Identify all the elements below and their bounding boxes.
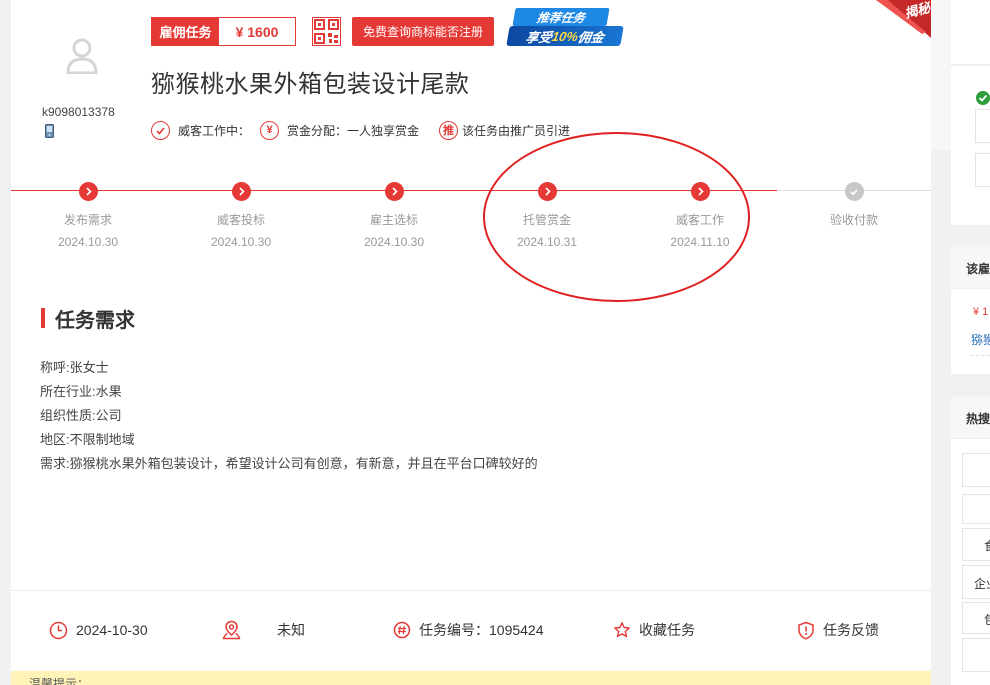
step-label: 验收付款: [829, 213, 878, 227]
feedback-text[interactable]: 任务反馈: [823, 620, 879, 640]
task-title: 猕猴桃水果外箱包装设计尾款: [151, 71, 470, 98]
task-location: 未知: [221, 620, 305, 640]
hot-tag-text[interactable]: 企业: [974, 575, 990, 592]
requirement-line: 地区:不限制地域: [40, 432, 135, 447]
publish-date-text: 2024-10-30: [76, 622, 148, 638]
gutter-top: [931, 0, 951, 150]
employment-task-badge: 雇佣任务 ¥ 1600: [151, 17, 296, 46]
sidebar-heading: 该雇: [966, 262, 990, 276]
location-pin-icon: [222, 620, 241, 640]
requirement-line: 称呼:张女士: [40, 360, 109, 375]
promo-highlight: 10%: [550, 28, 580, 44]
referral-icon: 推: [439, 120, 458, 140]
right-sidebar: 该雇 ¥ 1 猕猴 热搜 食 企业 包: [951, 0, 990, 685]
sidebar-block-hot: 热搜 食 企业 包: [951, 397, 990, 685]
sidebar-block-top: [951, 0, 990, 64]
task-feedback[interactable]: 任务反馈: [797, 620, 879, 640]
username[interactable]: k9098013378: [42, 105, 115, 119]
requirement-line: 组织性质:公司: [40, 408, 122, 423]
sidebar-block-employer: 该雇 ¥ 1 猕猴: [951, 247, 990, 374]
hot-tag-text[interactable]: 包: [984, 611, 990, 628]
gutter: [931, 0, 951, 685]
step-label: 发布需求: [63, 213, 112, 227]
chevron-right-icon: [231, 182, 251, 201]
task-detail-panel: k9098013378 雇佣任务 ¥ 1600 免费查询商标能否注册 推荐任务 …: [11, 0, 932, 685]
work-status-text: 威客工作中：: [178, 123, 251, 138]
requirement-line: 所在行业:水果: [40, 384, 122, 399]
sidebar-block-actions: [951, 65, 990, 225]
hot-tag[interactable]: 食: [962, 528, 990, 561]
clock-icon: [49, 621, 68, 639]
check-circle-icon: [976, 91, 990, 105]
tip-bar: 温馨提示：: [11, 671, 931, 685]
publish-date: 2024-10-30: [49, 620, 148, 640]
task-number: 任务编号：1095424: [393, 620, 544, 640]
tip-text: 温馨提示：: [29, 677, 90, 685]
hash-icon: [393, 621, 411, 639]
step-select: 雇主选标 2024.10.30: [334, 182, 454, 249]
chevron-right-icon: [384, 182, 404, 201]
favorite-text[interactable]: 收藏任务: [639, 620, 695, 640]
requirements-heading: 任务需求: [41, 306, 135, 332]
badge-label: 雇佣任务: [152, 18, 219, 45]
hot-tag[interactable]: [962, 494, 990, 524]
shield-alert-icon: [798, 621, 814, 640]
promo-commission: 享受 10% 佣金: [506, 26, 624, 46]
referral-info: 推 该任务由推广员引进: [439, 120, 570, 140]
promo-title: 推荐任务: [512, 8, 610, 26]
step-acceptance: 验收付款: [794, 182, 914, 235]
sidebar-action-button[interactable]: [975, 109, 990, 143]
sidebar-action-button[interactable]: [975, 153, 990, 187]
task-number-text: 任务编号：1095424: [419, 622, 544, 638]
referral-text: 该任务由推广员引进: [462, 123, 571, 138]
hot-tag[interactable]: [962, 638, 990, 672]
qr-code-icon[interactable]: [312, 17, 341, 46]
check-circle-icon: [151, 120, 170, 140]
requirement-line: 需求:猕猴桃水果外箱包装设计，希望设计公司有创意，有新意，并且在平台口碑较好的: [40, 456, 538, 471]
reward-mode-text: 赏金分配：一人独享赏金: [287, 123, 420, 138]
favorite-task[interactable]: 收藏任务: [613, 620, 695, 640]
hot-tag[interactable]: 企业: [962, 565, 990, 599]
promo-prefix: 享受: [524, 29, 554, 45]
step-bid: 威客投标 2024.10.30: [181, 182, 301, 249]
trademark-check-button[interactable]: 免费查询商标能否注册: [352, 17, 494, 46]
hot-tag[interactable]: [962, 453, 990, 487]
step-label: 威客投标: [216, 213, 265, 227]
phone-verified-icon: [45, 124, 54, 138]
footer-divider: [11, 590, 931, 591]
reward-mode: ¥ 赏金分配：一人独享赏金: [260, 120, 419, 140]
location-text: 未知: [277, 622, 305, 638]
step-publish: 发布需求 2024.10.30: [28, 182, 148, 249]
sidebar-divider: [971, 355, 990, 356]
badge-price: ¥ 1600: [219, 18, 295, 45]
sidebar-task-link[interactable]: 猕猴: [971, 331, 990, 348]
promo-suffix: 佣金: [576, 29, 606, 45]
sidebar-heading: 热搜: [966, 412, 990, 426]
recommended-task-promo[interactable]: 推荐任务 享受 10% 佣金: [506, 8, 626, 46]
step-date: 2024.10.30: [363, 235, 425, 249]
heading-bar: [41, 308, 45, 328]
hot-tag-text[interactable]: 食: [984, 537, 990, 554]
work-status: 威客工作中：: [151, 120, 250, 140]
hot-tag[interactable]: 包: [962, 602, 990, 634]
chevron-right-icon: [78, 182, 98, 201]
sidebar-price: ¥ 1: [973, 306, 989, 318]
user-avatar-icon[interactable]: [66, 38, 98, 74]
check-icon: [844, 182, 864, 201]
annotation-circle: [483, 132, 750, 302]
step-date: 2024.10.30: [210, 235, 272, 249]
yuan-icon: ¥: [260, 120, 279, 140]
star-icon: [614, 622, 630, 638]
requirements-title: 任务需求: [55, 309, 135, 332]
step-date: 2024.10.30: [57, 235, 119, 249]
step-label: 雇主选标: [369, 213, 418, 227]
